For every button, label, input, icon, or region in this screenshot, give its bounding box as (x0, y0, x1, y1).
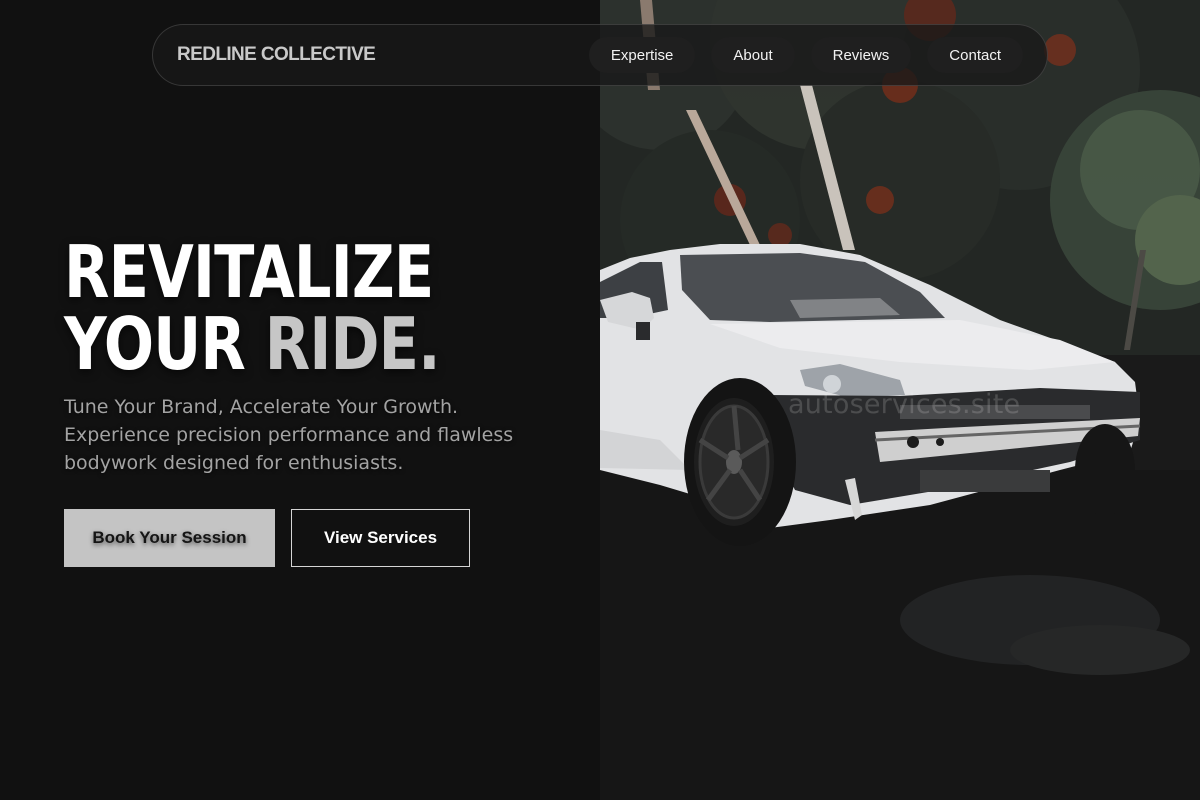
hero-section: REVITALIZE YOUR RIDE. (64, 236, 584, 380)
car-wheel-front (684, 378, 796, 546)
headline-line-2: YOUR RIDE. (64, 308, 490, 380)
hero-subtitle: Tune Your Brand, Accelerate Your Growth.… (64, 396, 514, 474)
hero-headline: REVITALIZE YOUR RIDE. (64, 236, 490, 380)
nav-link-reviews[interactable]: Reviews (810, 37, 912, 73)
nav-link-contact[interactable]: Contact (927, 37, 1023, 73)
nav-link-about[interactable]: About (711, 37, 795, 73)
book-session-button[interactable]: Book Your Session (64, 509, 275, 567)
view-services-button[interactable]: View Services (291, 509, 470, 567)
hero-photo: autoservices.site (600, 0, 1200, 800)
nav-link-expertise[interactable]: Expertise (588, 37, 696, 73)
headline-line-1: REVITALIZE (64, 230, 434, 314)
brand-logo[interactable]: REDLINE COLLECTIVE (177, 44, 376, 66)
top-navigation: REDLINE COLLECTIVE Expertise About Revie… (152, 24, 1048, 86)
nav-links: Expertise About Reviews Contact (588, 37, 1023, 73)
watermark: autoservices.site (788, 389, 1021, 420)
headline-line-2-main: YOUR (64, 302, 265, 386)
headline-accent: RIDE. (264, 302, 441, 386)
